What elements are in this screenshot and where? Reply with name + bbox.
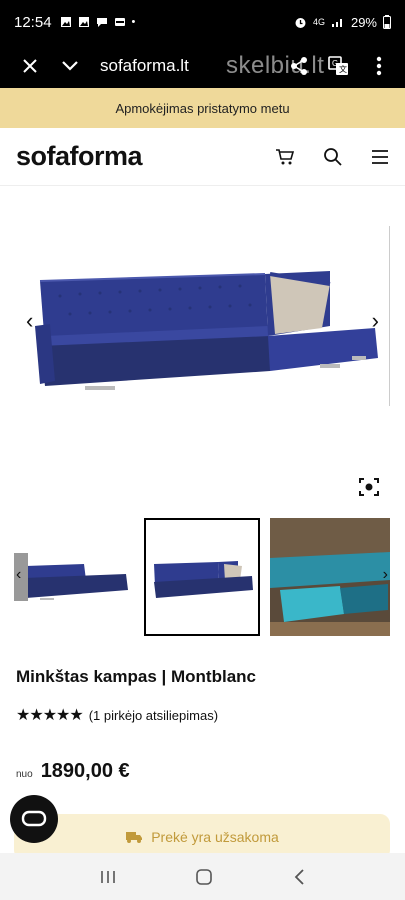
android-nav-bar [0, 853, 405, 900]
site-header: sofaforma [0, 128, 405, 186]
more-icon [376, 56, 382, 76]
search-icon[interactable] [323, 147, 343, 167]
image-icon [78, 17, 89, 27]
promo-banner: Apmokėjimas pristatymo metu [0, 88, 405, 128]
expand-button[interactable] [50, 44, 90, 88]
sofa-thumbnail-image [14, 518, 132, 636]
more-button[interactable] [359, 44, 399, 88]
cart-icon[interactable] [275, 147, 295, 167]
status-bar: 12:54 • 4G 29% [0, 0, 405, 44]
svg-text:文: 文 [339, 64, 347, 74]
chat-button[interactable] [10, 795, 58, 843]
product-title: Minkštas kampas | Montblanc [16, 667, 256, 686]
wallet-icon [114, 18, 125, 26]
truck-icon [126, 832, 143, 843]
rating-row: ★★★★★ (1 pirkėjo atsiliepimas) [16, 705, 218, 725]
sofa-image [35, 271, 378, 390]
svg-text:G: G [332, 59, 338, 68]
url-text[interactable]: sofaforma.lt [100, 56, 189, 76]
battery-icon [383, 15, 391, 29]
sofa-room-image [270, 518, 390, 636]
thumbnail-next-button[interactable]: › [383, 566, 388, 584]
recents-icon[interactable] [99, 869, 117, 885]
sofa-thumbnail-image [146, 520, 258, 634]
translate-button[interactable]: G文 [319, 44, 359, 88]
reviews-link[interactable]: (1 pirkėjo atsiliepimas) [89, 708, 218, 723]
dot-icon: • [131, 16, 136, 28]
thumbnail-1[interactable]: ‹ [14, 518, 132, 636]
menu-icon[interactable] [371, 149, 389, 165]
site-logo[interactable]: sofaforma [16, 141, 143, 172]
star-rating: ★★★★★ [16, 707, 84, 724]
image-icon [60, 17, 71, 27]
alarm-icon [295, 17, 306, 28]
thumbnail-strip: ‹ › [0, 518, 405, 638]
close-icon [23, 59, 37, 73]
promo-text: Apmokėjimas pristatymo metu [115, 100, 290, 116]
watermark: skelbiu.lt [226, 52, 325, 79]
status-time: 12:54 [14, 13, 52, 31]
chat-icon [96, 18, 107, 27]
price-prefix: nuo [16, 769, 33, 780]
close-tab-button[interactable] [10, 44, 50, 88]
chat-bubble-icon [21, 810, 47, 827]
price-row: nuo 1890,00 € [16, 760, 130, 783]
fullscreen-icon[interactable] [359, 478, 379, 496]
signal-icon [331, 19, 342, 27]
gallery-next-button[interactable]: › [372, 308, 379, 334]
image-divider [389, 226, 390, 406]
chevron-down-icon [62, 61, 78, 71]
price: 1890,00 € [40, 760, 130, 782]
browser-toolbar: sofaforma.lt skelbiu.lt G文 [0, 44, 405, 88]
home-icon[interactable] [195, 868, 213, 886]
gallery-prev-button[interactable]: ‹ [26, 308, 33, 334]
thumbnail-prev-button[interactable]: ‹ [16, 566, 21, 584]
main-product-image[interactable]: ‹ › [0, 186, 405, 508]
order-status-text: Prekė yra užsakoma [151, 829, 279, 845]
battery-percent: 29% [350, 14, 377, 30]
translate-icon: G文 [328, 56, 348, 75]
thumbnail-2-selected[interactable] [144, 518, 260, 636]
thumbnail-3[interactable]: › [270, 518, 390, 636]
back-icon[interactable] [292, 868, 306, 886]
4g-icon: 4G [312, 17, 325, 27]
